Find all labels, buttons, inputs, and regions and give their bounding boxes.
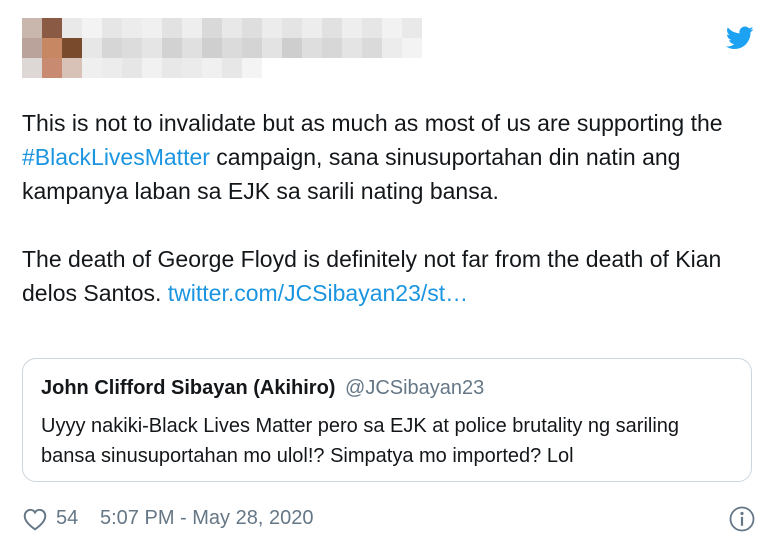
tweet-paragraph-1: This is not to invalidate but as much as… (22, 106, 762, 208)
tweet-text: This is not to invalidate but as much as… (22, 106, 762, 310)
quoted-tweet-link[interactable]: twitter.com/JCSibayan23/st… (168, 280, 468, 306)
quoted-author-name: John Clifford Sibayan (Akihiro) (41, 377, 336, 399)
quoted-tweet-card[interactable]: John Clifford Sibayan (Akihiro) @JCSibay… (22, 358, 752, 482)
info-icon[interactable] (728, 505, 756, 533)
tweet-header (0, 0, 778, 90)
quoted-tweet-header: John Clifford Sibayan (Akihiro) @JCSibay… (41, 375, 484, 401)
tweet-text-segment: This is not to invalidate but as much as… (22, 110, 723, 136)
heart-icon[interactable] (22, 507, 48, 531)
hashtag-link[interactable]: #BlackLivesMatter (22, 144, 210, 170)
quoted-tweet-text: Uyyy nakiki-Black Lives Matter pero sa E… (41, 415, 680, 467)
tweet-paragraph-2: The death of George Floyd is definitely … (22, 242, 762, 310)
tweet-footer: 54 5:07 PM - May 28, 2020 (22, 505, 756, 535)
like-count: 54 (56, 507, 79, 529)
tweet-timestamp[interactable]: 5:07 PM - May 28, 2020 (100, 507, 313, 530)
avatar[interactable] (22, 18, 82, 80)
quoted-author-handle: @JCSibayan23 (345, 377, 485, 399)
blurred-username[interactable] (82, 18, 442, 80)
twitter-bird-icon[interactable] (726, 26, 754, 50)
